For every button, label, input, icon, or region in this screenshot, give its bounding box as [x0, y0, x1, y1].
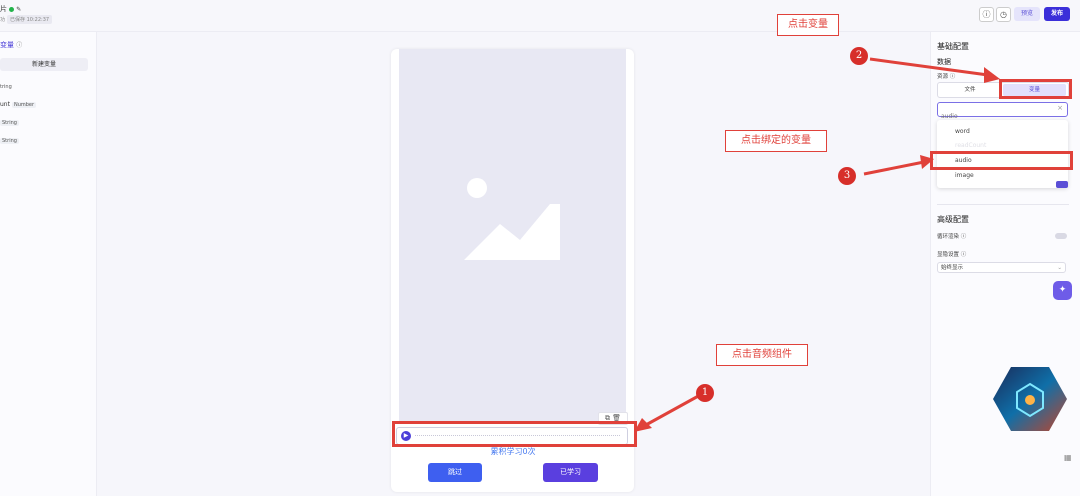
publish-button[interactable]: 发布: [1044, 7, 1070, 21]
dropdown-option-readcount[interactable]: readCount: [955, 142, 986, 149]
dropdown-option-word[interactable]: word: [955, 128, 970, 135]
variable-item[interactable]: String: [0, 138, 19, 144]
variable-item[interactable]: String: [0, 120, 19, 126]
variable-item[interactable]: tring: [0, 84, 12, 90]
arrow-step3: [863, 155, 934, 176]
variables-title-row: 变量 ⓘ: [0, 40, 22, 50]
basic-config-title: 基础配置: [937, 42, 969, 51]
qr-icon[interactable]: ▦: [1064, 453, 1072, 462]
variable-type: String: [0, 138, 19, 144]
status-dot-icon: [9, 6, 14, 12]
highlight-audio-component: [392, 421, 637, 447]
app-subtitle-row: 功已保存 10:22:37: [0, 15, 53, 24]
variable-type: tring: [0, 84, 12, 90]
step-callout-2: 点击变量: [777, 14, 839, 36]
top-bar: [0, 0, 1080, 32]
preview-button[interactable]: 预览: [1014, 7, 1040, 21]
learned-button[interactable]: 已学习: [543, 463, 598, 482]
new-variable-button[interactable]: 新建变量: [0, 58, 88, 71]
visibility-label-row: 显隐设置 ⓘ: [937, 250, 966, 258]
highlight-audio-option: [930, 151, 1073, 170]
clear-icon[interactable]: ×: [1057, 104, 1063, 112]
study-counter: 累积学习0次: [490, 447, 536, 456]
divider: [937, 204, 1069, 205]
variable-select[interactable]: ×: [937, 102, 1068, 123]
skip-button[interactable]: 跳过: [428, 463, 482, 482]
dropdown-option-image[interactable]: image: [955, 172, 974, 179]
visibility-value: 始终显示: [941, 265, 964, 271]
step-badge-3: 3: [838, 167, 856, 185]
step-callout-3: 点击绑定的变量: [725, 130, 827, 152]
info-icon[interactable]: ⓘ: [979, 7, 994, 22]
help-icon: ⓘ: [16, 42, 23, 49]
variables-title: 变量: [0, 41, 14, 49]
variable-type: Number: [11, 102, 37, 108]
help-icon: ⓘ: [960, 252, 967, 258]
app-subtitle: 功: [0, 17, 6, 23]
image-placeholder-icon: [464, 178, 560, 260]
variable-item[interactable]: unt Number: [0, 101, 37, 108]
app-title-row: 片 ✎: [0, 4, 21, 14]
assistant-avatar[interactable]: [993, 366, 1067, 432]
variable-name: unt: [0, 101, 10, 108]
ai-assistant-icon[interactable]: ✦: [1053, 281, 1072, 300]
visibility-label: 显隐设置: [937, 252, 960, 258]
arrow-step2: [869, 57, 1000, 83]
visibility-select[interactable]: 始终显示 ⌄: [937, 262, 1066, 273]
edit-icon[interactable]: ✎: [16, 6, 21, 13]
segment-file[interactable]: 文件: [938, 83, 1002, 97]
loop-render-label: 循环渲染: [937, 234, 960, 240]
step-callout-1: 点击音频组件: [716, 344, 808, 366]
app-title: 片: [0, 5, 7, 13]
advanced-config-title: 高级配置: [937, 215, 969, 224]
chevron-down-icon: ⌄: [1057, 265, 1062, 271]
step-badge-2: 2: [850, 47, 868, 65]
help-icon: ⓘ: [960, 234, 967, 240]
variable-type: String: [0, 120, 19, 126]
step-badge-1: 1: [696, 384, 714, 402]
loop-render-toggle[interactable]: [1055, 233, 1067, 239]
toggle-switch[interactable]: [1056, 181, 1068, 188]
highlight-variable-segment: [999, 79, 1072, 99]
loop-render-label-row: 循环渲染 ⓘ: [937, 232, 966, 240]
saved-status: 已保存 10:22:37: [7, 15, 53, 24]
history-icon[interactable]: ◷: [996, 7, 1011, 22]
